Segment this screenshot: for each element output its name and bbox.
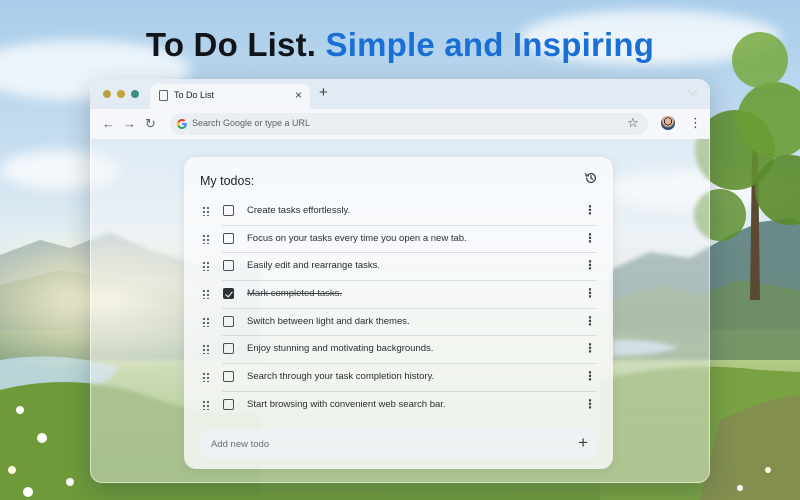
todo-item[interactable]: Easily edit and rearrange tasks. ⋮: [184, 252, 613, 280]
close-tab-icon[interactable]: ×: [295, 87, 302, 103]
todo-text[interactable]: Mark completed tasks.: [247, 288, 342, 299]
todo-text[interactable]: Switch between light and dark themes.: [247, 316, 410, 327]
bookmark-star-icon[interactable]: ☆: [627, 116, 639, 130]
kebab-menu-icon[interactable]: ⋮: [584, 369, 596, 383]
todo-item[interactable]: Start browsing with convenient web searc…: [184, 390, 613, 419]
window-minimize-dot[interactable]: [117, 90, 125, 98]
todo-text[interactable]: Create tasks effortlessly.: [247, 205, 350, 216]
todo-checkbox[interactable]: [223, 398, 234, 410]
drag-handle-icon[interactable]: [202, 344, 210, 355]
drag-handle-icon[interactable]: [202, 233, 210, 244]
google-g-icon: [176, 118, 187, 130]
forward-button[interactable]: →: [123, 117, 136, 131]
todo-checkbox[interactable]: [223, 371, 234, 383]
kebab-menu-icon[interactable]: ⋮: [584, 286, 596, 300]
todo-text[interactable]: Search through your task completion hist…: [247, 371, 434, 382]
todo-text[interactable]: Enjoy stunning and motivating background…: [247, 343, 433, 354]
todo-checkbox[interactable]: [223, 315, 234, 327]
kebab-menu-icon[interactable]: ⋮: [584, 341, 596, 355]
address-bar[interactable]: Search Google or type a URL: [170, 113, 648, 135]
todo-checkbox[interactable]: [223, 232, 234, 244]
todo-item-completed[interactable]: Mark completed tasks. ⋮: [184, 280, 613, 308]
add-todo-input[interactable]: Add new todo +: [200, 429, 598, 459]
plus-icon[interactable]: +: [578, 434, 588, 452]
reload-button[interactable]: ↻: [145, 117, 156, 131]
todo-item[interactable]: Enjoy stunning and motivating background…: [184, 335, 613, 363]
drag-handle-icon[interactable]: [202, 206, 210, 216]
todo-text[interactable]: Focus on your tasks every time you open …: [247, 233, 467, 244]
tab-title: To Do List: [174, 90, 215, 100]
headline-part-2: Simple and Inspiring: [325, 26, 655, 63]
todo-checkbox[interactable]: [223, 260, 234, 272]
kebab-menu-icon[interactable]: ⋮: [584, 397, 596, 411]
todo-checkbox-checked[interactable]: [223, 288, 234, 300]
todo-card: My todos: Create tasks effortlessly. ⋮ F…: [184, 157, 613, 469]
browser-toolbar: ← → ↻ Search Google or type a URL: [90, 109, 710, 139]
todo-text[interactable]: Start browsing with convenient web searc…: [247, 399, 446, 410]
address-bar-placeholder: Search Google or type a URL: [192, 118, 311, 128]
kebab-menu-icon[interactable]: ⋮: [584, 314, 596, 328]
kebab-menu-icon[interactable]: ⋮: [584, 258, 596, 272]
tab-strip: To Do List × +: [90, 79, 710, 109]
chevron-down-icon[interactable]: [687, 85, 698, 96]
add-todo-placeholder: Add new todo: [211, 439, 270, 450]
todo-checkbox[interactable]: [223, 343, 234, 355]
window-close-dot[interactable]: [103, 90, 111, 98]
drag-handle-icon[interactable]: [202, 372, 210, 383]
todo-item[interactable]: Create tasks effortlessly. ⋮: [184, 197, 613, 225]
drag-handle-icon[interactable]: [202, 289, 210, 300]
back-button[interactable]: ←: [102, 117, 115, 131]
new-tab-button[interactable]: +: [319, 85, 328, 101]
drag-handle-icon[interactable]: [202, 261, 210, 272]
kebab-menu-icon[interactable]: ⋮: [584, 231, 596, 245]
avatar[interactable]: [661, 116, 675, 130]
todo-item[interactable]: Search through your task completion hist…: [184, 363, 613, 391]
browser-menu-icon[interactable]: ⋮: [689, 116, 702, 130]
window-maximize-dot[interactable]: [131, 90, 139, 98]
headline: To Do List. Simple and Inspiring: [0, 26, 800, 64]
todo-item[interactable]: Focus on your tasks every time you open …: [184, 224, 613, 253]
todo-text[interactable]: Easily edit and rearrange tasks.: [247, 260, 380, 271]
todo-item[interactable]: Switch between light and dark themes. ⋮: [184, 307, 613, 336]
todo-checkbox[interactable]: [223, 205, 234, 216]
todo-list: Create tasks effortlessly. ⋮ Focus on yo…: [184, 197, 613, 419]
headline-part-1: To Do List.: [145, 26, 317, 63]
kebab-menu-icon[interactable]: ⋮: [584, 203, 596, 217]
drag-handle-icon[interactable]: [202, 316, 210, 327]
todo-card-title: My todos:: [200, 174, 255, 188]
history-icon[interactable]: [584, 171, 598, 185]
drag-handle-icon[interactable]: [202, 399, 210, 410]
browser-window: To Do List × + ← → ↻ Search Google or ty…: [90, 79, 710, 483]
page-icon: [159, 90, 168, 101]
tab-to-do-list[interactable]: To Do List ×: [150, 84, 310, 109]
